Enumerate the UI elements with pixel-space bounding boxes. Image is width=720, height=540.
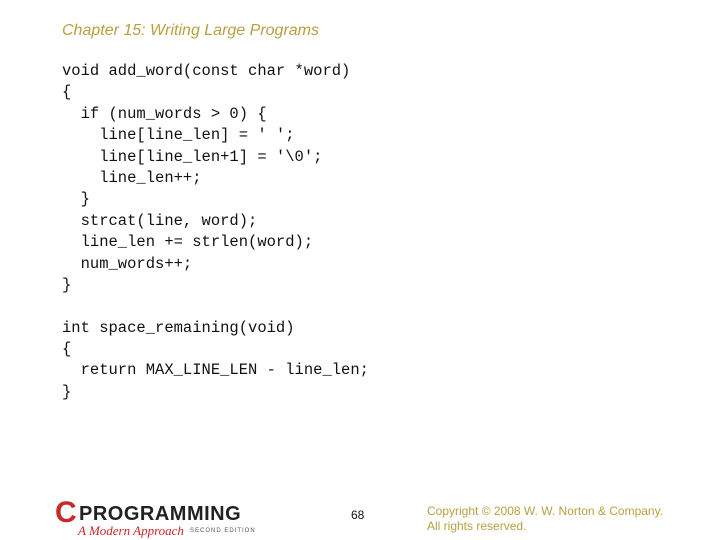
book-logo: C PROGRAMMING A Modern Approach SECOND E… [55, 498, 275, 540]
rights-line: All rights reserved. [427, 519, 527, 533]
code-line: return MAX_LINE_LEN - line_len; [62, 361, 369, 380]
code-line: line[line_len+1] = '\0'; [62, 147, 323, 166]
code-line: line_len += strlen(word); [62, 233, 314, 252]
logo-c-letter: C [55, 496, 77, 529]
code-line: { [62, 340, 72, 359]
code-block: void add_word(const char *word) { if (nu… [62, 61, 369, 403]
logo-subtitle: A Modern Approach [78, 523, 184, 538]
code-line: { [62, 83, 72, 102]
code-line: line_len++; [62, 168, 202, 187]
copyright-notice: Copyright © 2008 W. W. Norton & Company.… [427, 504, 663, 534]
code-line: int space_remaining(void) [62, 318, 295, 337]
logo-edition: SECOND EDITION [190, 528, 256, 534]
code-line: void add_word(const char *word) [62, 62, 351, 80]
copyright-line: Copyright © 2008 W. W. Norton & Company. [427, 504, 664, 518]
code-line: } [62, 275, 72, 294]
page-number: 68 [351, 508, 365, 522]
code-line: if (num_words > 0) { [62, 104, 267, 123]
code-line: strcat(line, word); [62, 211, 258, 230]
code-line: line[line_len] = ' '; [62, 126, 295, 145]
code-line: } [62, 190, 90, 209]
code-line: } [62, 382, 72, 401]
slide-title: Chapter 15: Writing Large Programs [62, 22, 319, 39]
code-line: num_words++; [62, 254, 193, 273]
